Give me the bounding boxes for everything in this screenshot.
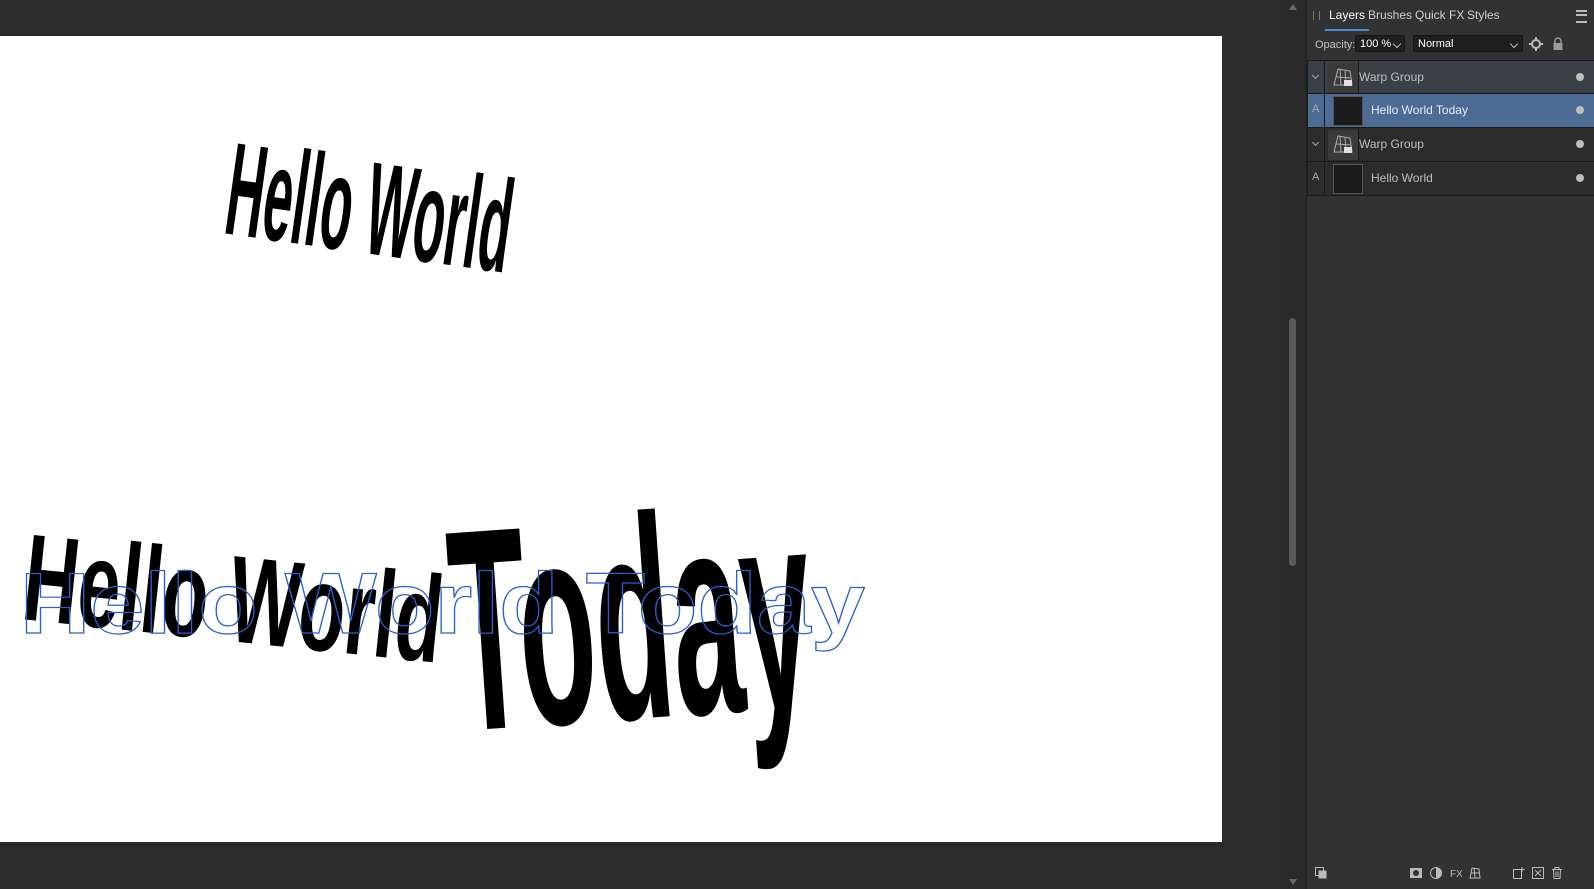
text-layer-icon: A — [1312, 171, 1320, 183]
layer-thumbnail — [1333, 96, 1363, 126]
layer-name: Hello World Today — [1371, 103, 1468, 117]
visibility-toggle[interactable] — [1576, 140, 1584, 148]
opacity-label: Opacity: — [1315, 39, 1356, 51]
canvas-artwork: Hello World Hello World Today Hello Worl… — [17, 117, 866, 793]
opacity-row: Opacity: 100 % Normal — [1307, 34, 1594, 56]
expand-toggle[interactable] — [1308, 128, 1325, 161]
warp-group-icon — [1328, 63, 1358, 93]
adjustment-icon[interactable] — [1430, 867, 1442, 879]
add-layer-icon[interactable] — [1513, 867, 1525, 879]
tab-styles[interactable]: Styles — [1467, 8, 1500, 22]
fx-icon[interactable]: FX — [1450, 867, 1462, 879]
live-filter-icon[interactable] — [1469, 867, 1481, 879]
opacity-field[interactable]: 100 % — [1355, 35, 1405, 52]
chevron-down-icon — [1509, 39, 1519, 49]
tab-layers[interactable]: Layers — [1324, 8, 1370, 31]
workspace[interactable]: Hello World Hello World Today Hello Worl… — [0, 0, 1282, 889]
chevron-down-icon — [1311, 138, 1320, 147]
tab-brushes[interactable]: Brushes — [1368, 8, 1412, 22]
chevron-down-icon — [1311, 71, 1320, 80]
layer-stack-icon[interactable] — [1315, 867, 1327, 879]
layers-panel: Layers Brushes Quick FX Styles Opacity: … — [1306, 0, 1594, 889]
warp-group-icon — [1328, 130, 1358, 160]
gear-icon[interactable] — [1529, 37, 1543, 51]
text-layer-icon: A — [1312, 103, 1320, 115]
layer-row[interactable]: Warp Group — [1307, 128, 1594, 162]
scroll-down-arrow-icon[interactable] — [1289, 879, 1297, 885]
blend-mode-select[interactable]: Normal — [1413, 35, 1523, 52]
document-canvas[interactable]: Hello World Hello World Today Hello Worl… — [0, 36, 1222, 842]
layer-row[interactable]: Warp Group — [1307, 60, 1594, 94]
lock-icon[interactable] — [1552, 37, 1564, 51]
indent-gutter: A — [1308, 162, 1325, 195]
panel-tabs: Layers Brushes Quick FX Styles — [1307, 0, 1594, 31]
panel-grip-icon[interactable] — [1313, 11, 1320, 20]
layer-name: Warp Group — [1359, 137, 1424, 151]
vertical-scrollbar[interactable] — [1282, 0, 1306, 889]
indent-gutter: A — [1308, 94, 1325, 127]
chevron-down-icon — [1392, 39, 1402, 49]
mask-icon[interactable] — [1410, 867, 1422, 879]
layer-name: Hello World — [1371, 171, 1433, 185]
visibility-toggle[interactable] — [1576, 174, 1584, 182]
visibility-toggle[interactable] — [1576, 73, 1584, 81]
tab-quick-fx[interactable]: Quick FX — [1415, 8, 1464, 22]
warped-text-hello: Hello World — [218, 117, 522, 302]
layer-list: Warp Group A Hello World Today Warp Grou… — [1307, 60, 1594, 196]
layer-thumbnail — [1333, 164, 1363, 194]
scrollbar-thumb[interactable] — [1289, 318, 1296, 566]
opacity-value: 100 % — [1360, 38, 1392, 50]
layer-name: Warp Group — [1359, 70, 1424, 84]
scroll-up-arrow-icon[interactable] — [1289, 4, 1297, 10]
layers-bottom-toolbar: FX — [1307, 855, 1594, 889]
blend-mode-value: Normal — [1418, 38, 1454, 50]
text-outline: Hello World Today — [20, 556, 865, 652]
layer-row[interactable]: A Hello World — [1307, 162, 1594, 196]
trash-icon[interactable] — [1551, 867, 1563, 879]
group-layers-icon[interactable] — [1532, 867, 1544, 879]
visibility-toggle[interactable] — [1576, 106, 1584, 114]
expand-toggle[interactable] — [1308, 61, 1325, 93]
panel-menu-icon[interactable] — [1576, 10, 1587, 23]
warped-text-hello-world[interactable]: Hello World — [218, 117, 522, 302]
layer-row[interactable]: A Hello World Today — [1307, 94, 1594, 128]
svg-text:FX: FX — [1450, 869, 1462, 879]
